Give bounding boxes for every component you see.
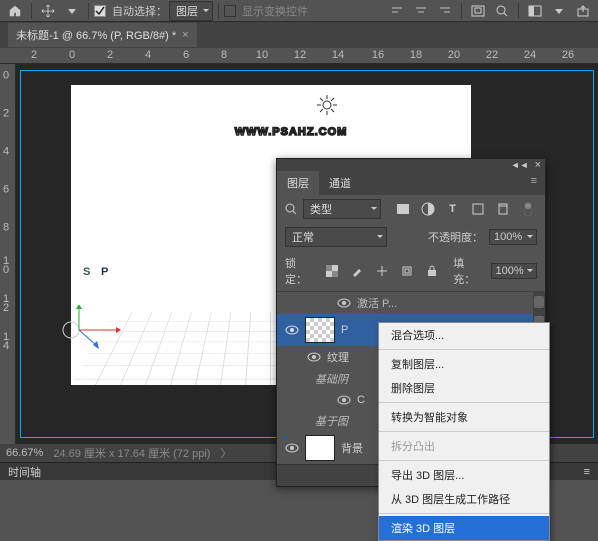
filter-shape-icon[interactable] bbox=[468, 200, 487, 218]
visibility-icon[interactable] bbox=[337, 296, 351, 310]
layer-name: 纹理 bbox=[327, 349, 349, 365]
scroll-up-icon[interactable] bbox=[534, 296, 544, 308]
auto-select-dropdown[interactable]: 图层 bbox=[169, 1, 213, 21]
ctx-split-extrude: 拆分凸出 bbox=[379, 434, 549, 458]
document-tab[interactable]: 未标题-1 @ 66.7% (P, RGB/8#) * × bbox=[8, 23, 197, 47]
fill-label: 填充： bbox=[453, 255, 484, 287]
auto-select-checkbox[interactable] bbox=[94, 5, 106, 17]
visibility-icon[interactable] bbox=[285, 441, 299, 455]
filter-toggle-icon[interactable] bbox=[518, 200, 537, 218]
3d-mode-icon[interactable] bbox=[467, 2, 489, 20]
align-icon-2[interactable] bbox=[410, 2, 432, 20]
ctx-blend-options[interactable]: 混合选项... bbox=[379, 323, 549, 347]
layer-thumbnail[interactable] bbox=[305, 317, 335, 343]
ruler-vertical: 0 2 4 6 8 10 12 14 bbox=[0, 64, 16, 444]
ctx-gen-path[interactable]: 从 3D 图层生成工作路径 bbox=[379, 487, 549, 511]
close-panel-icon[interactable]: × bbox=[535, 159, 541, 171]
timeline-label[interactable]: 时间轴 bbox=[8, 464, 41, 480]
filter-adjust-icon[interactable] bbox=[418, 200, 437, 218]
filter-type-icon[interactable]: T bbox=[443, 200, 462, 218]
lock-row: 锁定： 填充： 100% bbox=[277, 251, 545, 292]
panel-menu-icon[interactable]: ≡ bbox=[523, 171, 545, 195]
fill-value[interactable]: 100% bbox=[491, 263, 537, 279]
lock-label: 锁定： bbox=[285, 255, 316, 287]
workspace-icon[interactable] bbox=[524, 2, 546, 20]
show-transform-checkbox[interactable] bbox=[224, 5, 236, 17]
show-transform-label: 显示变换控件 bbox=[242, 3, 308, 19]
ctx-export-3d[interactable]: 导出 3D 图层... bbox=[379, 463, 549, 487]
filter-kind-dropdown[interactable]: 类型 bbox=[303, 199, 381, 219]
layer-thumbnail[interactable] bbox=[305, 435, 335, 461]
align-icon-1[interactable] bbox=[386, 2, 408, 20]
visibility-icon[interactable] bbox=[285, 323, 299, 337]
visibility-icon[interactable] bbox=[337, 393, 351, 407]
tab-channels[interactable]: 通道 bbox=[319, 171, 361, 195]
layer-name: P bbox=[341, 324, 348, 336]
status-caret-icon[interactable]: 〉 bbox=[220, 445, 231, 461]
canvas-dimensions: 24.69 厘米 x 17.64 厘米 (72 ppi) bbox=[53, 445, 210, 461]
blend-row: 正常 不透明度： 100% bbox=[277, 223, 545, 251]
share-icon[interactable] bbox=[572, 2, 594, 20]
filter-search-icon[interactable] bbox=[285, 203, 297, 215]
filter-smart-icon[interactable] bbox=[493, 200, 512, 218]
ctx-copy-layer[interactable]: 复制图层... bbox=[379, 352, 549, 376]
opacity-value[interactable]: 100% bbox=[489, 229, 537, 245]
lock-position-icon[interactable] bbox=[372, 262, 391, 280]
move-dd-icon[interactable] bbox=[61, 2, 83, 20]
ctx-render-3d[interactable]: 渲染 3D 图层 bbox=[379, 516, 549, 540]
3d-axis-gizmo[interactable] bbox=[61, 305, 121, 355]
zoom-level[interactable]: 66.67% bbox=[6, 447, 43, 459]
document-tab-title: 未标题-1 @ 66.7% (P, RGB/8#) * bbox=[16, 27, 176, 43]
lock-transparency-icon[interactable] bbox=[322, 262, 341, 280]
ruler-horizontal: 2 0 2 4 6 8 10 12 14 16 18 20 22 24 26 bbox=[0, 48, 598, 64]
collapse-icon[interactable]: ◄◄ bbox=[511, 160, 529, 170]
layer-partial[interactable]: 激活 P... bbox=[277, 292, 545, 314]
home-icon[interactable] bbox=[4, 2, 26, 20]
align-icon-3[interactable] bbox=[434, 2, 456, 20]
lock-paint-icon[interactable] bbox=[347, 262, 366, 280]
blend-mode-dropdown[interactable]: 正常 bbox=[285, 227, 387, 247]
tab-layers[interactable]: 图层 bbox=[277, 171, 319, 195]
move-tool-icon[interactable] bbox=[37, 2, 59, 20]
timeline-menu-icon[interactable]: ≡ bbox=[584, 466, 590, 478]
options-bar: 自动选择： 图层 显示变换控件 bbox=[0, 0, 598, 22]
lock-artboard-icon[interactable] bbox=[397, 262, 416, 280]
search-icon[interactable] bbox=[491, 2, 513, 20]
ctx-convert-smart[interactable]: 转换为智能对象 bbox=[379, 405, 549, 429]
layer-context-menu: 混合选项... 复制图层... 删除图层 转换为智能对象 拆分凸出 导出 3D … bbox=[378, 322, 550, 541]
filter-pixel-icon[interactable] bbox=[393, 200, 412, 218]
watermark-text: WWW.PSAHZ.COM bbox=[131, 111, 451, 143]
close-tab-icon[interactable]: × bbox=[182, 29, 188, 41]
filter-row: 类型 T bbox=[277, 195, 545, 223]
ctx-delete-layer[interactable]: 删除图层 bbox=[379, 376, 549, 400]
layer-name: 背景 bbox=[341, 440, 363, 456]
panel-tabs: 图层 通道 ≡ bbox=[277, 171, 545, 195]
document-tab-bar: 未标题-1 @ 66.7% (P, RGB/8#) * × bbox=[0, 22, 598, 48]
visibility-icon[interactable] bbox=[307, 350, 321, 364]
3d-light-icon bbox=[317, 95, 337, 115]
panel-titlebar: ◄◄ × bbox=[277, 159, 545, 171]
workspace-dd-icon[interactable] bbox=[548, 2, 570, 20]
lock-all-icon[interactable] bbox=[422, 262, 441, 280]
opacity-label: 不透明度： bbox=[428, 229, 483, 245]
auto-select-label: 自动选择： bbox=[112, 3, 167, 19]
